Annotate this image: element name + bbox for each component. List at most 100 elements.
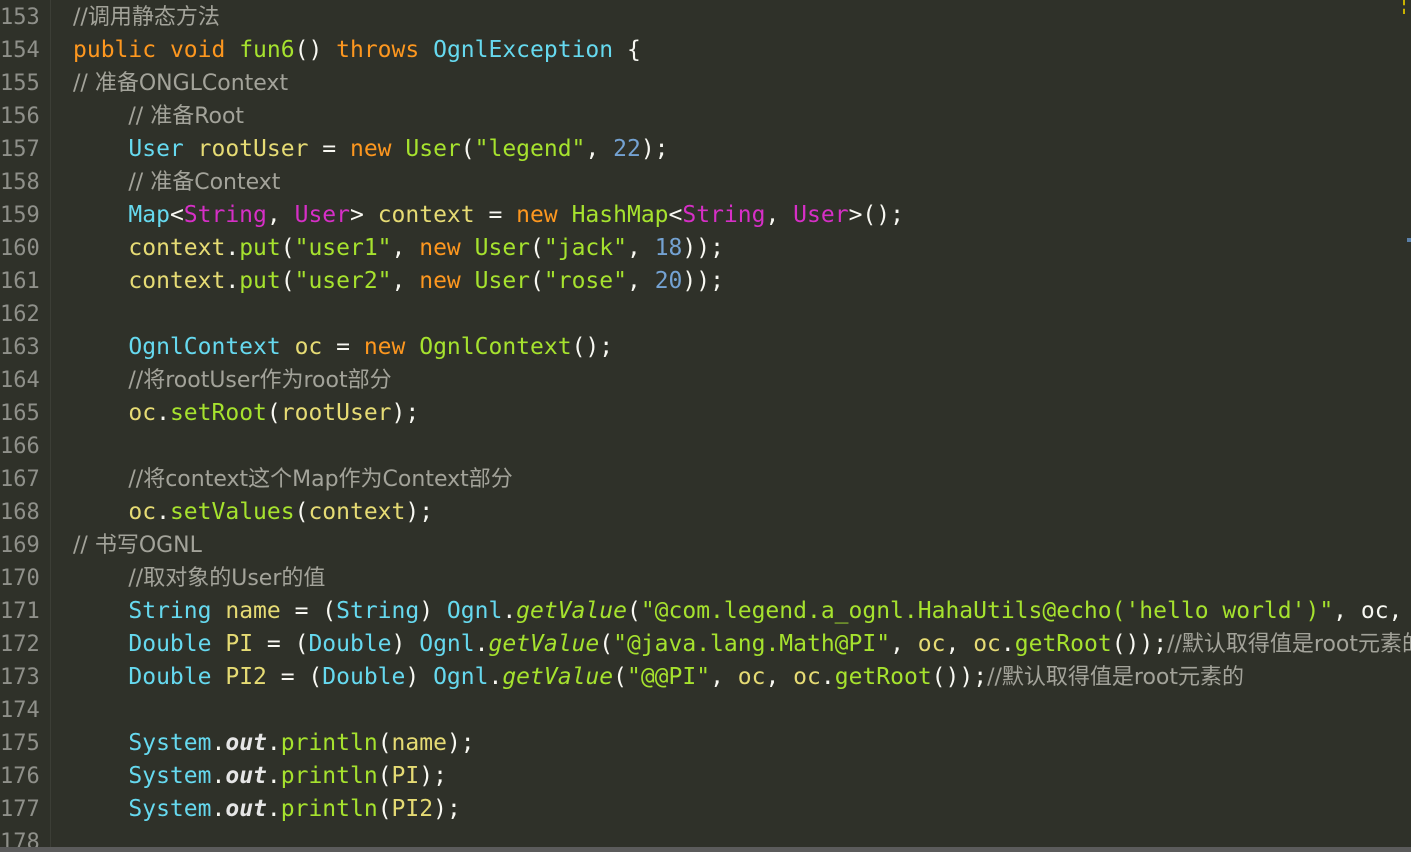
code-line[interactable]: 167 //将context这个Map作为Context部分 (0, 463, 1411, 496)
code-token: ( (530, 235, 544, 261)
code-line[interactable]: 168 oc.setValues(context); (0, 496, 1411, 529)
code-line[interactable]: 178 (0, 826, 1411, 847)
code-text: Map<String, User> context = new HashMap<… (73, 199, 904, 232)
line-number: 174 (0, 698, 40, 723)
code-line[interactable]: 175 System.out.println(name); (0, 727, 1411, 760)
code-text: String name = (String) Ognl.getValue("@c… (73, 595, 1411, 628)
code-line[interactable]: 159 Map<String, User> context = new Hash… (0, 199, 1411, 232)
code-token: > (349, 202, 378, 228)
code-token: >(); (848, 202, 904, 228)
code-text: System.out.println(PI2); (73, 793, 460, 826)
code-line[interactable]: 158 // 准备Context (0, 166, 1411, 199)
code-text: // 准备ONGLContext (73, 67, 288, 100)
code-token: oc (793, 664, 821, 690)
code-token: String (682, 202, 766, 228)
code-token: public (73, 37, 157, 63)
code-token: "jack" (543, 235, 627, 261)
code-token: . (502, 598, 517, 624)
code-token: = (322, 334, 364, 360)
overview-ruler-marker (1403, 0, 1411, 14)
code-text: //将rootUser作为root部分 (73, 364, 391, 397)
code-line[interactable]: 163 OgnlContext oc = new OgnlContext(); (0, 331, 1411, 364)
code-line[interactable]: 160 context.put("user1", new User("jack"… (0, 232, 1411, 265)
code-token: { (613, 37, 641, 63)
code-token: String (128, 598, 212, 624)
code-token: User (793, 202, 849, 228)
code-token: context (377, 202, 475, 228)
horizontal-scrollbar[interactable] (0, 847, 1411, 852)
code-line[interactable]: 155 // 准备ONGLContext (0, 67, 1411, 100)
code-token: PI2 (225, 664, 267, 690)
code-line[interactable]: 164 //将rootUser作为root部分 (0, 364, 1411, 397)
code-editor[interactable]: 153 //调用静态方法 154 public void fun6() throws … (0, 0, 1411, 847)
line-number: 170 (0, 566, 40, 591)
code-token: , (391, 235, 420, 261)
code-token: ); (446, 730, 475, 756)
code-token: ( (377, 763, 392, 789)
code-line[interactable]: 165 oc.setRoot(rootUser); (0, 397, 1411, 430)
line-number: 163 (0, 335, 40, 360)
code-token: . (156, 499, 170, 525)
code-token: getValue (502, 664, 614, 690)
code-line[interactable]: 157 User rootUser = new User("legend", 2… (0, 133, 1411, 166)
code-line[interactable]: 177 System.out.println(PI2); (0, 793, 1411, 826)
code-line[interactable]: 171 String name = (String) Ognl.getValue… (0, 595, 1411, 628)
code-token: ( (460, 136, 475, 162)
code-token: void (169, 37, 226, 63)
code-token: ) (419, 598, 447, 624)
code-token: (); (571, 334, 614, 360)
code-line[interactable]: 161 context.put("user2", new User("rose"… (0, 265, 1411, 298)
code-token: "user2" (294, 268, 392, 294)
code-line[interactable]: 172 Double PI = (Double) Ognl.getValue("… (0, 628, 1411, 661)
code-line[interactable]: 153 //调用静态方法 (0, 1, 1411, 34)
code-token: < (169, 202, 184, 228)
code-line[interactable]: 166 (0, 430, 1411, 463)
code-token: . (156, 400, 170, 426)
code-token: User (294, 202, 350, 228)
code-token: getValue (488, 631, 600, 657)
code-token: . (211, 763, 226, 789)
code-line[interactable]: 162 (0, 298, 1411, 331)
code-token: = ( (266, 664, 323, 690)
code-token: = ( (253, 631, 309, 657)
code-token: oc (128, 400, 157, 426)
code-token: println (280, 796, 378, 822)
code-text: // 书写OGNL (73, 529, 202, 562)
code-token: //默认取得值是root元素的 (1167, 632, 1411, 657)
code-line[interactable]: 169 // 书写OGNL (0, 529, 1411, 562)
line-number: 164 (0, 368, 40, 393)
overview-ruler-marker (1407, 238, 1411, 242)
code-text: // 准备Context (73, 166, 280, 199)
code-token: ( (530, 268, 544, 294)
code-text: public void fun6() throws OgnlException … (73, 34, 641, 67)
code-token: out (225, 730, 267, 756)
line-number: 169 (0, 533, 40, 558)
code-token: Ognl (446, 598, 503, 624)
code-token: = (308, 136, 350, 162)
code-token: ) (391, 631, 420, 657)
code-line[interactable]: 154 public void fun6() throws OgnlExcepti… (0, 34, 1411, 67)
code-line[interactable]: 156 // 准备Root (0, 100, 1411, 133)
code-line[interactable]: 173 Double PI2 = (Double) Ognl.getValue(… (0, 661, 1411, 694)
code-token: , (266, 202, 295, 228)
code-line[interactable]: 170 //取对象的User的值 (0, 562, 1411, 595)
code-text: System.out.println(PI); (73, 760, 447, 793)
code-token: ( (377, 730, 392, 756)
code-token: fun6 (239, 37, 295, 63)
code-token: . (225, 268, 240, 294)
code-token: PI (225, 631, 254, 657)
code-line[interactable]: 176 System.out.println(PI); (0, 760, 1411, 793)
line-number: 161 (0, 269, 40, 294)
line-number: 177 (0, 797, 40, 822)
line-number: 158 (0, 170, 40, 195)
code-token: out (225, 763, 267, 789)
code-line[interactable]: 174 (0, 694, 1411, 727)
